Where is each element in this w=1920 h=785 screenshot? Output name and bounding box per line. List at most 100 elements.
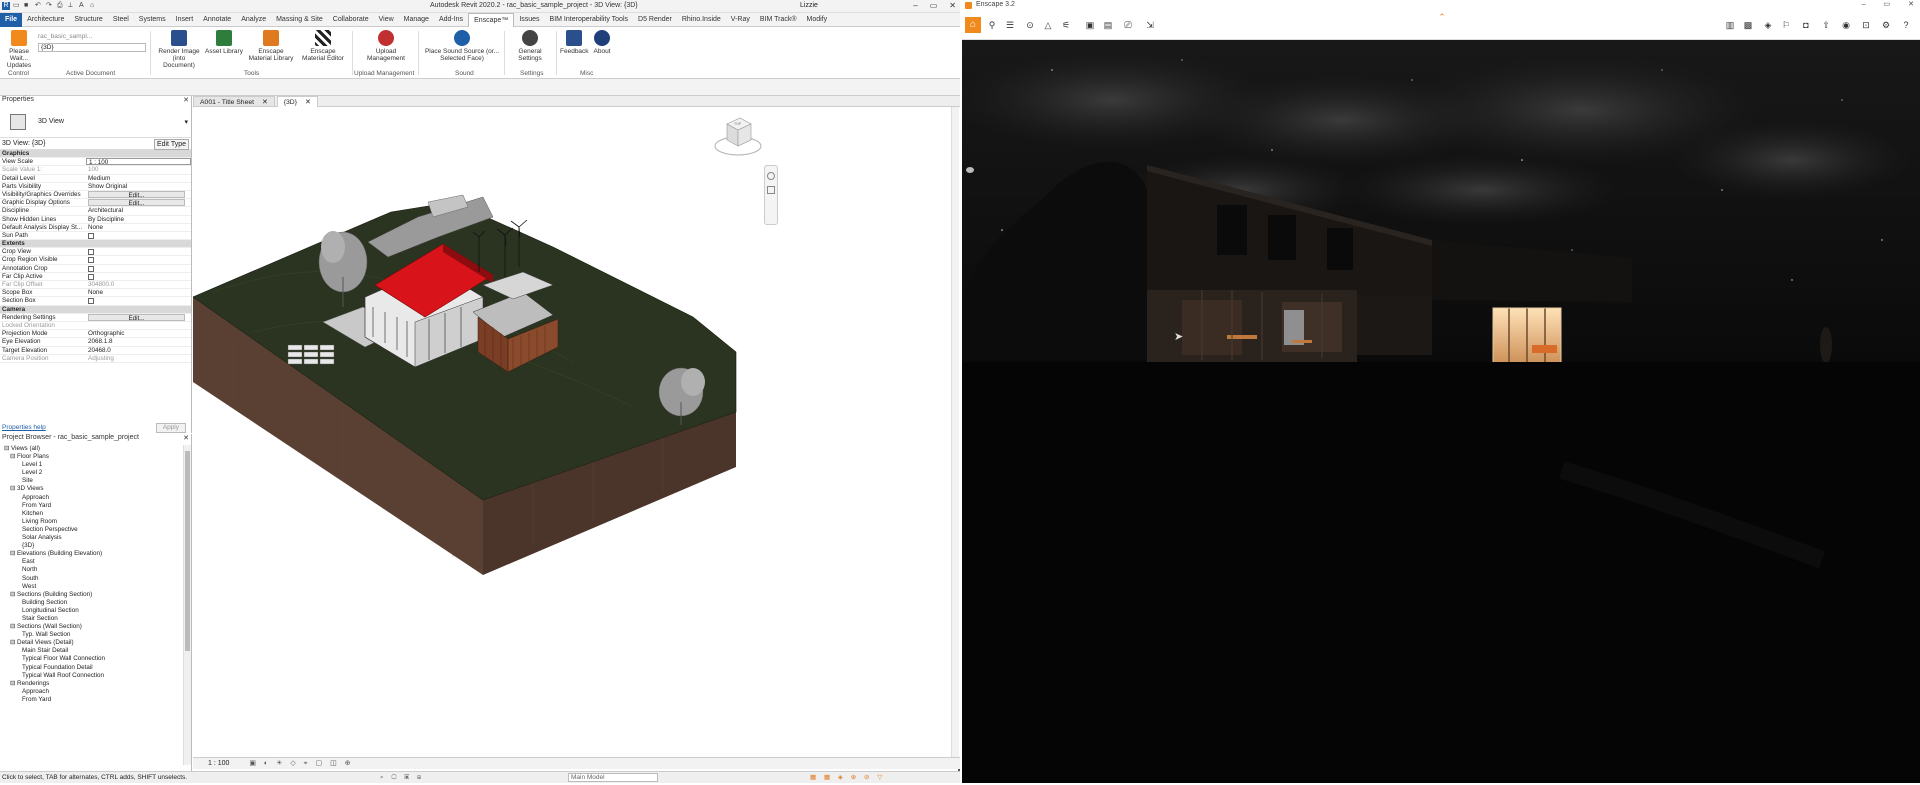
edit-button[interactable]: Edit... [88,313,185,322]
home-icon[interactable]: ⌂ [965,17,981,33]
material-editor-button[interactable]: Enscape Material Editor [298,30,348,62]
type-selector[interactable]: 3D View ▾ [0,106,191,138]
vr-icon[interactable]: ◘ [1800,20,1812,30]
edit-type-button[interactable]: Edit Type [153,139,189,150]
render-image-button[interactable]: Render Image (into Document) [156,30,202,69]
library-icon[interactable]: ▥ [1724,20,1736,30]
checkbox-icon[interactable] [88,273,94,280]
close-icon[interactable]: ✕ [183,434,189,442]
browser-tree-item[interactable]: Main Stair Detail [0,647,184,655]
print-icon[interactable]: ⎙ [57,2,65,10]
ribbon-tab-rhino-inside[interactable]: Rhino.Inside [677,13,726,27]
ribbon-tab-collaborate[interactable]: Collaborate [328,13,374,27]
property-value[interactable]: None [86,289,191,296]
place-sound-source-button[interactable]: Place Sound Source (or... Selected Face) [424,30,500,62]
ribbon-tab-annotate[interactable]: Annotate [198,13,236,27]
navigation-bar[interactable] [764,165,778,225]
browser-tree-item[interactable]: South [0,575,184,583]
please-wait-button[interactable]: Please Wait... Updates [4,30,34,69]
zoom-icon[interactable] [767,186,775,194]
save-icon[interactable]: ■ [24,2,32,10]
maximize-icon[interactable]: ▭ [930,1,938,10]
undo-icon[interactable]: ↶ [35,2,43,10]
browser-tree-item[interactable]: Level 1 [0,461,184,469]
redo-icon[interactable]: ↷ [46,2,54,10]
properties-help-link[interactable]: Properties help [0,424,46,431]
ribbon-tab-insert[interactable]: Insert [171,13,199,27]
checkbox-icon[interactable] [88,249,94,256]
ribbon-tab-massing-site[interactable]: Massing & Site [271,13,328,27]
browser-tree-item[interactable]: Kitchen [0,510,184,518]
ribbon-tab-steel[interactable]: Steel [108,13,134,27]
checkbox-icon[interactable] [88,265,94,272]
chevron-up-icon[interactable]: ⌃ [1436,12,1448,22]
ribbon-tab-modify[interactable]: Modify [802,13,833,27]
browser-tree-item[interactable]: Level 2 [0,469,184,477]
edit-button[interactable]: Edit... [88,190,185,199]
active-model-select[interactable]: Main Model [568,773,658,782]
minimize-icon[interactable]: – [913,1,917,10]
browser-tree-item[interactable]: Typ. Wall Section [0,631,184,639]
asset-library-button[interactable]: Asset Library [204,30,244,55]
property-checkbox[interactable] [86,273,191,280]
property-value[interactable]: None [86,224,191,231]
close-icon[interactable]: ✕ [183,96,189,104]
ribbon-tab-analyze[interactable]: Analyze [236,13,271,27]
status-icons[interactable]: ⌕ ▢ ▣ ⊞ [380,772,424,784]
cube-icon[interactable]: ◈ [1762,20,1774,30]
property-value[interactable]: 20468.0 [86,347,191,354]
about-button[interactable]: About [590,30,614,55]
ribbon-tab-architecture[interactable]: Architecture [22,13,69,27]
edit-button[interactable]: Edit... [88,199,185,207]
browser-tree-item[interactable]: Approach [0,494,184,502]
open-icon[interactable]: ▭ [13,2,21,10]
revit-logo-icon[interactable]: R [2,2,10,10]
panorama-icon[interactable]: ⎚ [1122,20,1134,30]
view-scrollbar[interactable] [951,107,959,757]
upload-icon[interactable]: ⇧ [1820,20,1832,30]
checkbox-icon[interactable] [88,232,94,239]
property-value[interactable]: Orthographic [86,330,191,337]
collaboration-icon[interactable]: ⚐ [1780,20,1792,30]
checkbox-icon[interactable] [88,298,94,305]
browser-tree-item[interactable]: From Yard [0,696,184,704]
browser-tree-item[interactable]: ⊟ Renderings [0,680,184,688]
property-checkbox[interactable] [86,232,191,239]
ribbon-tab-d5-render[interactable]: D5 Render [633,13,677,27]
scroll-thumb[interactable] [185,451,190,651]
ribbon-tab-view[interactable]: View [374,13,399,27]
browser-tree-item[interactable]: Approach [0,688,184,696]
property-value[interactable]: 1 : 100 [86,158,191,166]
browser-tree-item[interactable]: ⊟ Detail Views (Detail) [0,639,184,647]
close-icon[interactable]: ✕ [305,97,311,107]
tab-3d-view[interactable]: {3D} ✕ [276,96,318,107]
browser-tree-item[interactable]: Living Room [0,518,184,526]
ribbon-tab-add-ins[interactable]: Add-Ins [434,13,468,27]
browser-tree-item[interactable]: ⊟ Views (all) [0,445,184,453]
property-value[interactable]: 2068.1.8 [86,338,191,345]
image-icon[interactable]: ▩ [1742,20,1754,30]
ribbon-tab-file[interactable]: File [0,12,23,27]
browser-tree-item[interactable]: ⊟ Elevations (Building Elevation) [0,550,184,558]
browser-tree-item[interactable]: ⊟ Sections (Wall Section) [0,623,184,631]
batch-render-icon[interactable]: ▤ [1102,20,1114,30]
export-icon[interactable]: ⇲ [1144,20,1156,30]
browser-tree-item[interactable]: Typical Floor Wall Connection [0,655,184,663]
general-settings-button[interactable]: General Settings [508,30,552,62]
sync-icon[interactable]: ⚲ [986,20,998,30]
3d-viewport[interactable]: TOP [192,107,960,757]
upload-management-button[interactable]: Upload Management [360,30,412,62]
property-checkbox[interactable] [86,297,191,305]
feedback-button[interactable]: Feedback [560,30,589,55]
view-control-icons[interactable]: ▣ ◐ ☀ ◇ ⌖ ▢ ◫ ⊕ [249,760,353,767]
browser-tree-item[interactable]: ⊟ 3D Views [0,485,184,493]
property-group-header[interactable]: Camera [0,305,191,314]
property-checkbox[interactable] [86,248,191,256]
ribbon-tab-manage[interactable]: Manage [399,13,434,27]
browser-tree-item[interactable]: Site [0,477,184,485]
selection-filter-icons[interactable]: ▦ ▦ ◈ ⊕ ⊘ ▽ [810,772,885,784]
close-icon[interactable]: ✕ [262,97,268,106]
browser-tree-item[interactable]: Building Section [0,599,184,607]
browser-tree-item[interactable]: From Yard [0,502,184,510]
chevron-down-icon[interactable]: ▾ [184,118,188,126]
